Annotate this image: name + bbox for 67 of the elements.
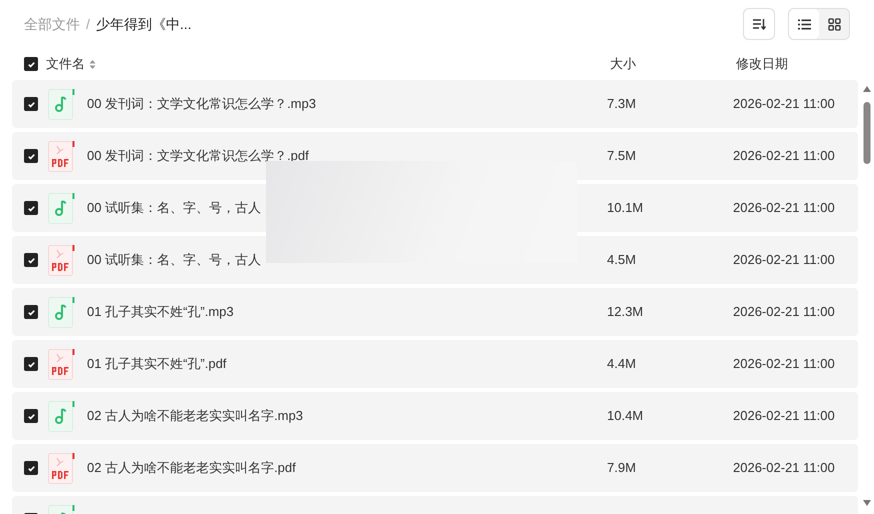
file-name: 00 试听集：名、字、号，古人 (87, 251, 262, 270)
file-name: 01 孔子其实不姓“孔”.mp3 (87, 303, 235, 322)
file-size: 10.4M (607, 407, 644, 426)
breadcrumb-current: 少年得到《中... (96, 14, 192, 34)
pdf-file-icon (48, 140, 75, 172)
modified-date: 2026-02-21 11:00 (733, 303, 835, 322)
list-icon (798, 18, 810, 30)
file-size: 10.1M (607, 199, 644, 218)
file-name: 00 发刊词：文学文化常识怎么学？.mp3 (87, 95, 317, 114)
check-icon (26, 204, 36, 212)
checkbox[interactable] (24, 57, 38, 71)
check-icon (26, 152, 36, 160)
file-name: 00 发刊词：文学文化常识怎么学？.pdf (87, 147, 310, 166)
modified-date: 2026-02-21 11:00 (733, 199, 835, 218)
file-name: 01 孔子其实不姓“孔”.pdf (87, 355, 228, 374)
modified-date: 2026-02-21 11:00 (733, 355, 835, 374)
check-icon (26, 464, 36, 472)
check-icon (26, 360, 36, 368)
file-size: 7.9M (607, 459, 637, 478)
file-size: 12.3M (607, 303, 644, 322)
sort-button[interactable] (743, 8, 775, 40)
check-icon (26, 60, 36, 68)
checkbox[interactable] (24, 409, 38, 423)
pdf-file-icon (48, 452, 75, 484)
breadcrumb-separator: / (86, 14, 90, 34)
file-size: 4.4M (607, 355, 637, 374)
file-name: 02 古人为啥不能老老实实叫名字.pdf (87, 459, 297, 478)
file-size: 7.3M (607, 95, 637, 114)
sort-icon (752, 18, 766, 30)
file-row[interactable]: 01 孔子其实不姓“孔”.mp3 12.3M 2026-02-21 11:00 (12, 288, 858, 336)
modified-date: 2026-02-21 11:00 (733, 407, 835, 426)
check-icon (26, 256, 36, 264)
music-file-icon (48, 296, 75, 328)
list-view-button[interactable] (789, 9, 819, 39)
checkbox[interactable] (24, 357, 38, 371)
music-file-icon (48, 400, 75, 432)
modified-date: 2026-02-21 11:00 (733, 147, 835, 166)
modified-date: 2026-02-21 11:00 (733, 251, 835, 270)
modified-date: 2026-02-21 11:00 (733, 459, 835, 478)
modified-date: 2026-02-21 11:00 (733, 95, 835, 114)
music-file-icon (48, 88, 75, 120)
file-row[interactable]: 00 发刊词：文学文化常识怎么学？.mp3 7.3M 2026-02-21 11:00 (12, 80, 858, 128)
checkbox[interactable] (24, 461, 38, 475)
file-size: 7.5M (607, 147, 637, 166)
sort-arrows-icon[interactable] (89, 58, 96, 70)
checkbox[interactable] (24, 305, 38, 319)
column-header[interactable]: 修改日期 (736, 54, 788, 74)
file-row[interactable]: 02 古人为啥不能老老实实叫名字.pdf 7.9M 2026-02-21 11:00 (12, 444, 858, 492)
music-file-icon (48, 192, 75, 224)
check-icon (26, 412, 36, 420)
checkbox[interactable] (24, 149, 38, 163)
scrollbar[interactable] (862, 84, 872, 508)
check-icon (26, 308, 36, 316)
grid-icon (828, 18, 840, 30)
checkbox[interactable] (24, 201, 38, 215)
checkbox[interactable] (24, 97, 38, 111)
file-row[interactable]: 01 孔子其实不姓“孔”.pdf 4.4M 2026-02-21 11:00 (12, 340, 858, 388)
file-size: 4.5M (607, 251, 637, 270)
file-name: 02 古人为啥不能老老实实叫名字.mp3 (87, 407, 304, 426)
checkbox[interactable] (24, 253, 38, 267)
column-header[interactable]: 文件名 (46, 54, 85, 74)
file-name: 00 试听集：名、字、号，古人 (87, 199, 262, 218)
column-header[interactable]: 大小 (610, 56, 636, 72)
pdf-file-icon (48, 348, 75, 380)
check-icon (26, 100, 36, 108)
file-row[interactable]: 02 古人为啥不能老老实实叫名字.mp3 10.4M 2026-02-21 11:00 (12, 392, 858, 440)
pdf-file-icon (48, 244, 75, 276)
